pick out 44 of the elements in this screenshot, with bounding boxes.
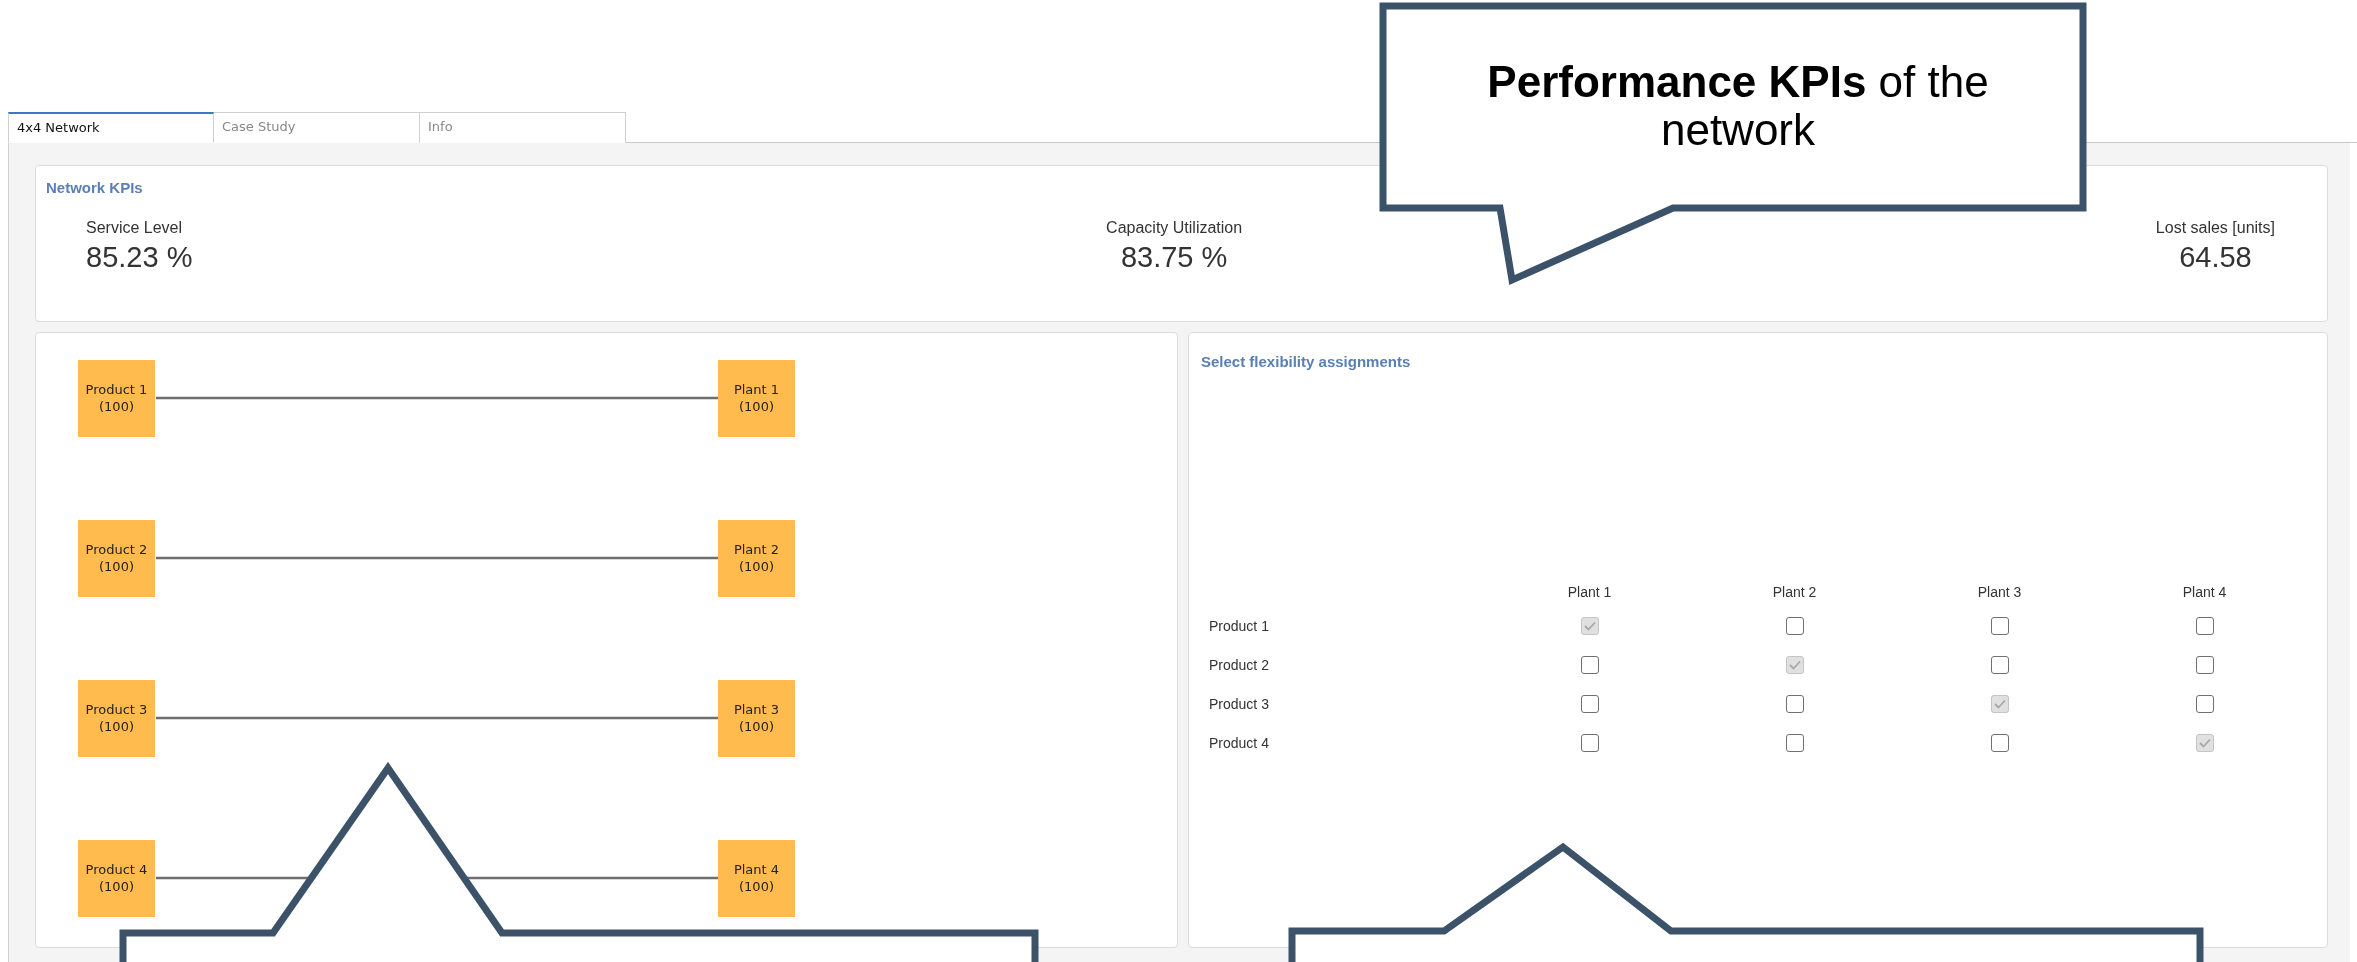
checkbox[interactable] [1990,655,2009,674]
kpi-value: 64.58 [2179,241,2252,274]
product-node: Product 2 (100) [78,520,155,597]
checkbox[interactable] [1580,694,1599,713]
plant-node: Plant 1 (100) [718,360,795,437]
tab[interactable]: Case Study [214,112,420,143]
panel-title: Select flexibility assignments [1201,353,1411,370]
checkbox[interactable] [2195,694,2214,713]
checkbox[interactable] [1785,733,1804,752]
column-header: Plant 1 [1567,584,1612,602]
row-label: Product 2 [1209,656,1270,673]
product-node: Product 4 (100) [78,840,155,917]
check-icon [1788,659,1801,670]
row-label: Product 4 [1209,734,1270,751]
plant-node: Plant 3 (100) [718,680,795,757]
callout-text: Performance KPIs of the network [1486,58,1990,154]
product-node: Product 3 (100) [78,680,155,757]
checkbox[interactable] [1580,733,1599,752]
row-label: Product 3 [1209,695,1270,712]
product-node: Product 1 (100) [78,360,155,437]
checkbox[interactable] [1990,616,2009,635]
check-icon [2198,737,2211,748]
plant-node: Plant 2 (100) [718,520,795,597]
tab[interactable]: 4x4 Network [8,112,214,143]
column-header: Plant 3 [1977,584,2022,602]
checkbox[interactable] [2195,655,2214,674]
checkbox[interactable] [1990,733,2009,752]
checkbox[interactable] [1785,616,1804,635]
panel-title: Network KPIs [46,179,143,196]
checkbox[interactable] [2195,616,2214,635]
column-header: Plant 4 [2182,584,2227,602]
row-label: Product 1 [1209,617,1270,634]
column-header: Plant 2 [1772,584,1817,602]
kpi-label: Capacity Utilization [1106,219,1243,237]
checkbox[interactable] [1580,655,1599,674]
tab[interactable]: Info [420,112,626,143]
check-icon [1583,620,1596,631]
kpi-value: 85.23 % [86,241,193,274]
kpi-label: Service Level [86,219,183,237]
plant-node: Plant 4 (100) [718,840,795,917]
kpi-value: 83.75 % [1120,241,1228,274]
kpi-label: Lost sales [units] [2155,219,2275,237]
check-icon [1993,698,2006,709]
checkbox[interactable] [1785,694,1804,713]
